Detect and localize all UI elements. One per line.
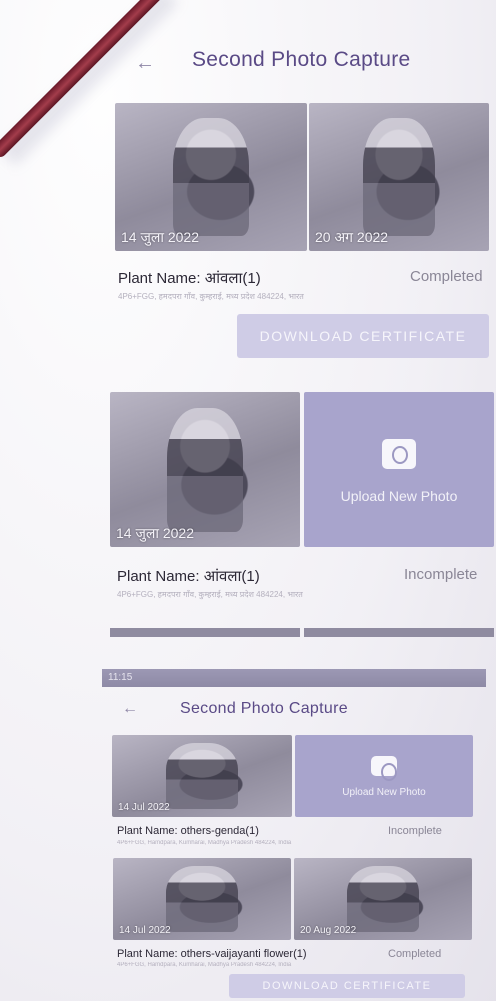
address-text: 4P6+FGG, Hamdpara, Kumharai, Madhya Prad… [117, 962, 292, 968]
photo-thumbnail[interactable]: 14 जुला 2022 [110, 392, 300, 547]
back-arrow-icon[interactable]: ← [122, 700, 138, 718]
upload-label: Upload New Photo [340, 488, 458, 505]
photo-date: 14 जुला 2022 [116, 525, 195, 541]
status-label: Completed [388, 948, 442, 960]
status-bar: 11:15 [102, 669, 486, 687]
photo-thumbnail[interactable]: 14 जुला 2022 [115, 103, 307, 251]
status-label: Incomplete [388, 825, 442, 837]
upload-label: Upload New Photo [342, 787, 426, 799]
photo-thumbnail[interactable]: 20 अग 2022 [309, 103, 489, 251]
page-title: Second Photo Capture [180, 700, 348, 717]
person-figure [172, 117, 250, 237]
download-certificate-button[interactable]: DOWNLOAD CERTIFICATE [229, 974, 465, 998]
photo-thumbnail[interactable]: 14 Jul 2022 [113, 858, 291, 940]
photo-date: 20 Aug 2022 [300, 925, 357, 936]
address-text: 4P6+FGG, हमदपरा गाँव, कुम्हराई, मध्य प्र… [118, 292, 304, 301]
photo-date: 20 अग 2022 [315, 229, 389, 245]
upload-photo-tile[interactable]: Upload New Photo [304, 392, 494, 547]
status-label: Incomplete [404, 566, 478, 583]
camera-icon [382, 439, 416, 469]
download-certificate-button[interactable]: DOWNLOAD CERTIFICATE [237, 314, 489, 358]
person-figure [167, 407, 243, 532]
page-title: Second Photo Capture [192, 48, 411, 71]
person-figure [363, 117, 435, 237]
camera-icon [371, 756, 397, 782]
back-arrow-icon[interactable]: ← [135, 52, 155, 75]
plant-name: Plant Name: others-vaijayanti flower(1) [117, 948, 307, 960]
photo-date: 14 Jul 2022 [118, 802, 170, 813]
person-figure [166, 866, 238, 932]
next-card-peek [110, 628, 300, 637]
next-card-peek [304, 628, 494, 637]
address-text: 4P6+FGG, हमदपरा गाँव, कुम्हराई, मध्य प्र… [117, 590, 303, 599]
upload-photo-tile[interactable]: Upload New Photo [295, 735, 473, 817]
photo-date: 14 जुला 2022 [121, 229, 200, 245]
photo-thumbnail[interactable]: 20 Aug 2022 [294, 858, 472, 940]
person-figure [347, 866, 419, 932]
status-label: Completed [410, 268, 483, 285]
plant-name: Plant Name: others-genda(1) [117, 825, 259, 837]
photo-thumbnail[interactable]: 14 Jul 2022 [112, 735, 292, 817]
address-text: 4P6+FGG, Hamdpara, Kumharai, Madhya Prad… [117, 840, 292, 846]
photo-date: 14 Jul 2022 [119, 925, 171, 936]
plant-name: Plant Name: आंवला(1) [118, 270, 261, 287]
plant-name: Plant Name: आंवला(1) [117, 568, 260, 585]
person-figure [166, 743, 238, 809]
status-time: 11:15 [108, 672, 133, 683]
